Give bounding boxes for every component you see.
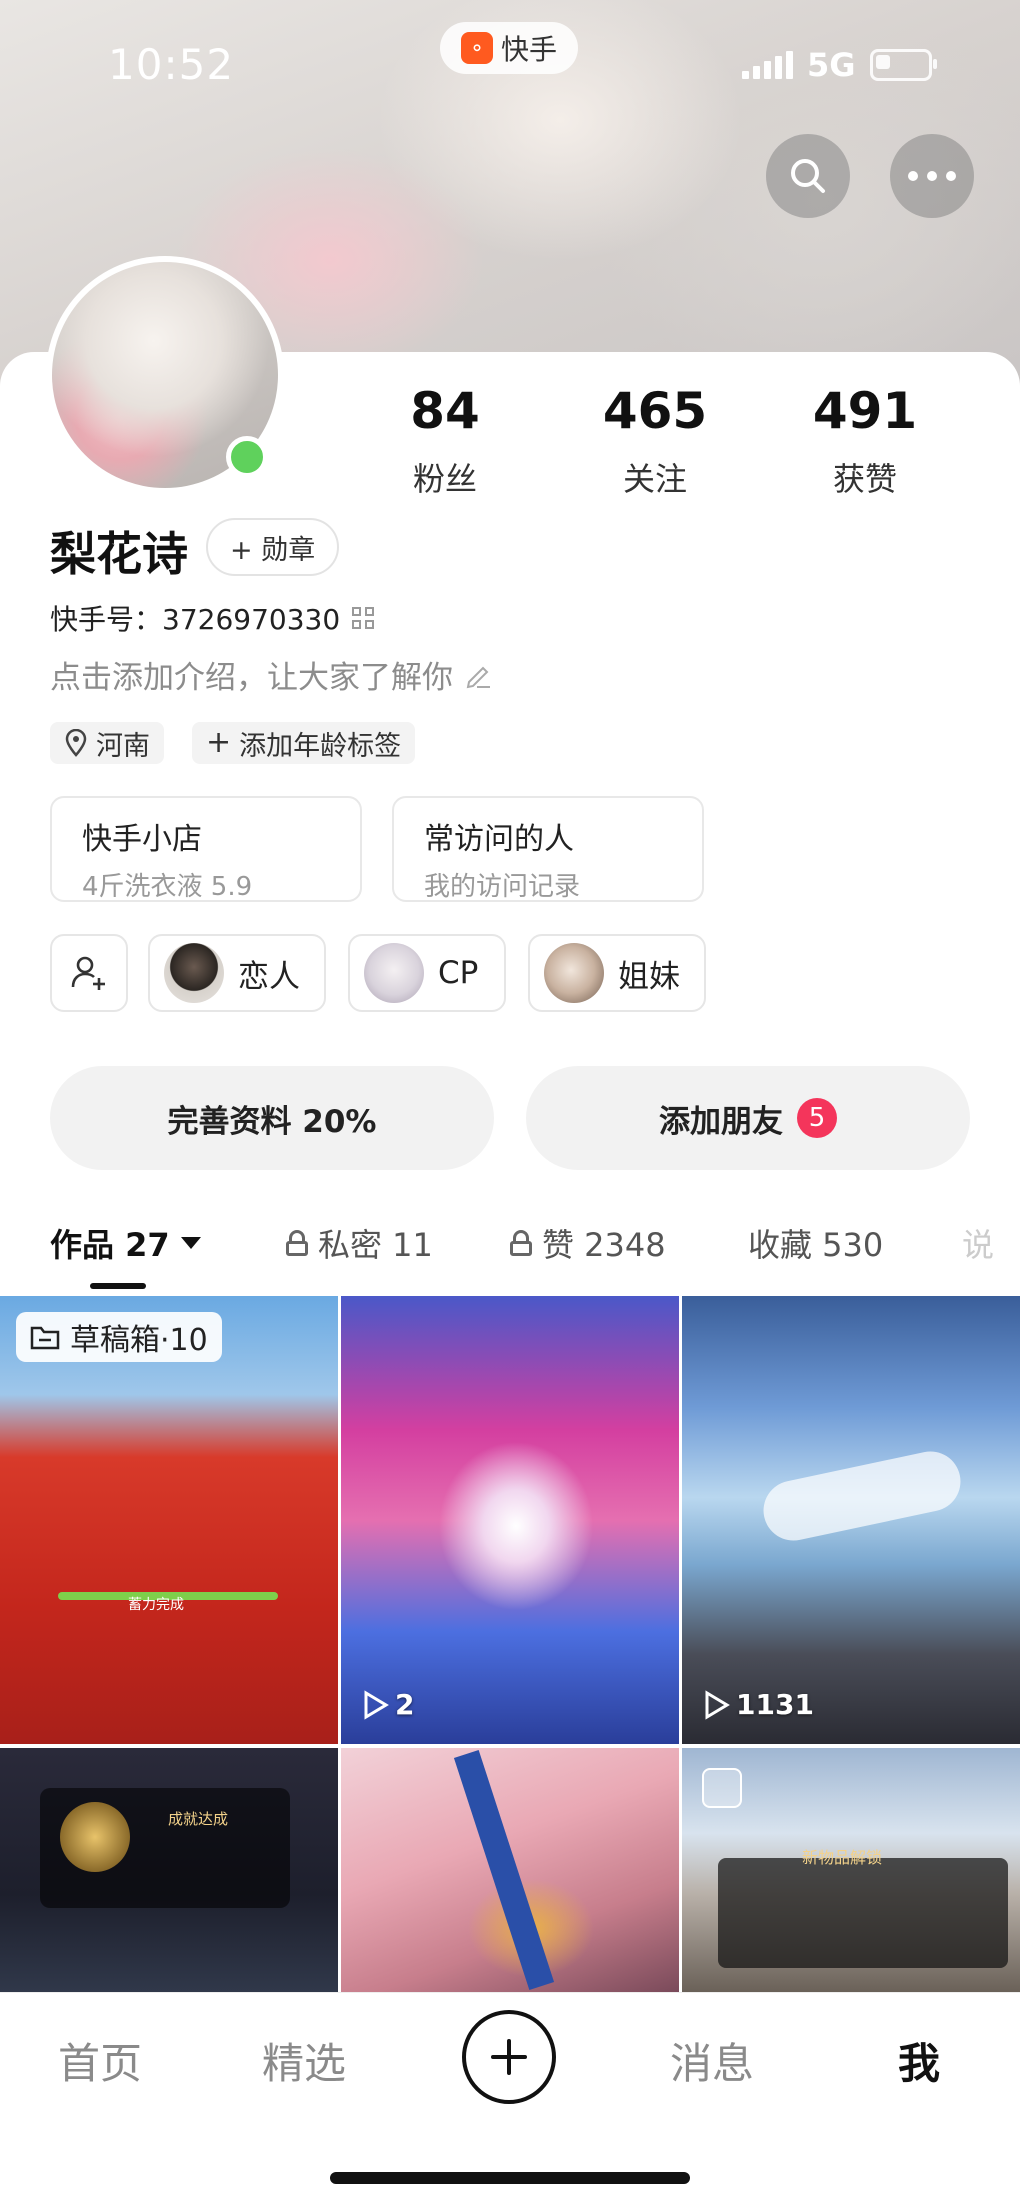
active-tab-indicator	[90, 1283, 146, 1289]
search-icon	[791, 159, 825, 193]
add-person-icon	[71, 956, 105, 990]
video-thumbnail[interactable]: 新物品解锁	[682, 1748, 1020, 1992]
app-badge: ⚬ 快手	[440, 22, 578, 74]
relation-lover[interactable]: 恋人	[148, 934, 326, 1012]
add-age-tag-label: 添加年龄标签	[239, 730, 402, 762]
relation-cp-label: CP	[438, 955, 479, 991]
stat-likes-label: 获赞	[832, 460, 897, 498]
lover-avatar	[164, 943, 224, 1003]
video-thumbnail[interactable]: 2	[341, 1296, 679, 1744]
stat-following-label: 关注	[622, 460, 687, 498]
online-status-dot	[226, 436, 268, 478]
video-thumbnail[interactable]: 1131	[682, 1296, 1020, 1744]
stat-likes[interactable]: 491 获赞	[775, 386, 955, 500]
tab-more[interactable]: 说	[962, 1220, 994, 1266]
kuaishou-logo-icon: ⚬	[460, 32, 493, 64]
intro-placeholder: 点击添加介绍，让大家了解你	[50, 660, 453, 696]
tab-private-label: 私密 11	[318, 1226, 433, 1264]
play-icon	[705, 1689, 730, 1720]
kuaishou-id[interactable]: 快手号：3726970330	[50, 598, 375, 638]
battery-icon	[869, 49, 937, 81]
cp-avatar	[364, 943, 424, 1003]
nav-featured[interactable]: 精选	[262, 2030, 346, 2091]
stat-fans-value: 84	[410, 382, 480, 440]
tab-works[interactable]: 作品 27	[50, 1220, 202, 1266]
visitors-card[interactable]: 常访问的人 我的访问记录	[392, 796, 704, 902]
tab-liked[interactable]: 赞 2348	[510, 1220, 666, 1266]
sisters-avatar	[544, 943, 604, 1003]
more-button[interactable]	[890, 134, 974, 218]
relation-lover-label: 恋人	[238, 958, 300, 995]
stat-fans-label: 粉丝	[412, 460, 477, 498]
play-count-value: 1131	[736, 1688, 814, 1721]
kuaishou-id-text: 快手号：3726970330	[50, 603, 341, 636]
drafts-badge[interactable]: 草稿箱·10	[16, 1312, 222, 1362]
image-gallery-icon	[702, 1768, 742, 1808]
visitors-card-title: 常访问的人	[424, 822, 574, 857]
thumbnail-caption: 新物品解锁	[802, 1848, 883, 1867]
stat-fans[interactable]: 84 粉丝	[355, 386, 535, 500]
create-button[interactable]	[462, 2010, 556, 2104]
lock-icon	[510, 1230, 532, 1256]
relation-sisters[interactable]: 姐妹	[528, 934, 706, 1012]
nav-messages[interactable]: 消息	[670, 2030, 754, 2091]
nav-home[interactable]: 首页	[58, 2030, 142, 2091]
location-tag[interactable]: 河南	[50, 722, 164, 764]
relation-sisters-label: 姐妹	[618, 958, 680, 995]
username: 梨花诗	[50, 527, 188, 581]
signal-icon	[742, 51, 793, 79]
lock-icon	[286, 1230, 308, 1256]
app-badge-label: 快手	[500, 33, 557, 66]
network-label: 5G	[807, 46, 856, 84]
tab-private[interactable]: 私密 11	[286, 1220, 433, 1266]
tab-favorites-label: 收藏 530	[748, 1226, 884, 1264]
stat-following[interactable]: 465 关注	[565, 386, 745, 500]
play-count: 2	[363, 1688, 414, 1721]
add-medal-button[interactable]: + 勋章	[206, 518, 340, 576]
edit-pencil-icon	[466, 666, 490, 688]
home-indicator	[330, 2172, 690, 2184]
play-count: 1131	[704, 1688, 814, 1721]
status-indicators: 5G	[742, 46, 937, 84]
add-friends-label: 添加朋友	[659, 1103, 783, 1140]
play-icon	[364, 1689, 389, 1720]
plus-icon: +	[206, 725, 232, 760]
more-dots-icon	[908, 171, 956, 181]
add-friends-badge: 5	[797, 1098, 837, 1138]
qr-code-icon[interactable]	[352, 607, 375, 629]
drafts-label: 草稿箱·10	[70, 1323, 208, 1358]
stat-likes-value: 491	[812, 382, 918, 440]
location-icon	[65, 729, 87, 757]
video-thumbnail[interactable]: 成就达成	[0, 1748, 338, 1992]
add-friends-button[interactable]: 添加朋友 5	[526, 1066, 970, 1170]
tab-liked-label: 赞 2348	[542, 1226, 666, 1264]
shop-card[interactable]: 快手小店 4斤洗衣液 5.9	[50, 796, 362, 902]
play-count-value: 2	[395, 1688, 415, 1721]
video-thumbnail[interactable]: 蓄力完成	[0, 1296, 338, 1744]
complete-profile-label: 完善资料 20%	[167, 1103, 377, 1140]
shop-card-subtitle: 4斤洗衣液 5.9	[82, 872, 253, 902]
tab-more-label: 说	[962, 1226, 995, 1264]
location-tag-label: 河南	[96, 730, 150, 762]
stat-following-value: 465	[602, 382, 708, 440]
tab-works-label: 作品 27	[50, 1226, 170, 1264]
intro-field[interactable]: 点击添加介绍，让大家了解你	[50, 652, 493, 697]
folder-icon	[30, 1326, 60, 1350]
add-relation-button[interactable]	[50, 934, 128, 1012]
tab-favorites[interactable]: 收藏 530	[748, 1220, 883, 1266]
thumbnail-caption: 成就达成	[168, 1810, 229, 1828]
nav-me[interactable]: 我	[898, 2030, 940, 2091]
plus-icon	[491, 2039, 527, 2075]
visitors-card-subtitle: 我的访问记录	[424, 872, 581, 902]
complete-profile-button[interactable]: 完善资料 20%	[50, 1066, 494, 1170]
relation-cp[interactable]: CP	[348, 934, 506, 1012]
add-age-tag[interactable]: + 添加年龄标签	[192, 722, 416, 764]
shop-card-title: 快手小店	[82, 822, 202, 857]
video-thumbnail[interactable]	[341, 1748, 679, 1992]
status-time: 10:52	[108, 40, 235, 89]
search-button[interactable]	[766, 134, 850, 218]
caret-down-icon[interactable]	[180, 1236, 202, 1250]
thumbnail-caption: 蓄力完成	[128, 1597, 184, 1613]
